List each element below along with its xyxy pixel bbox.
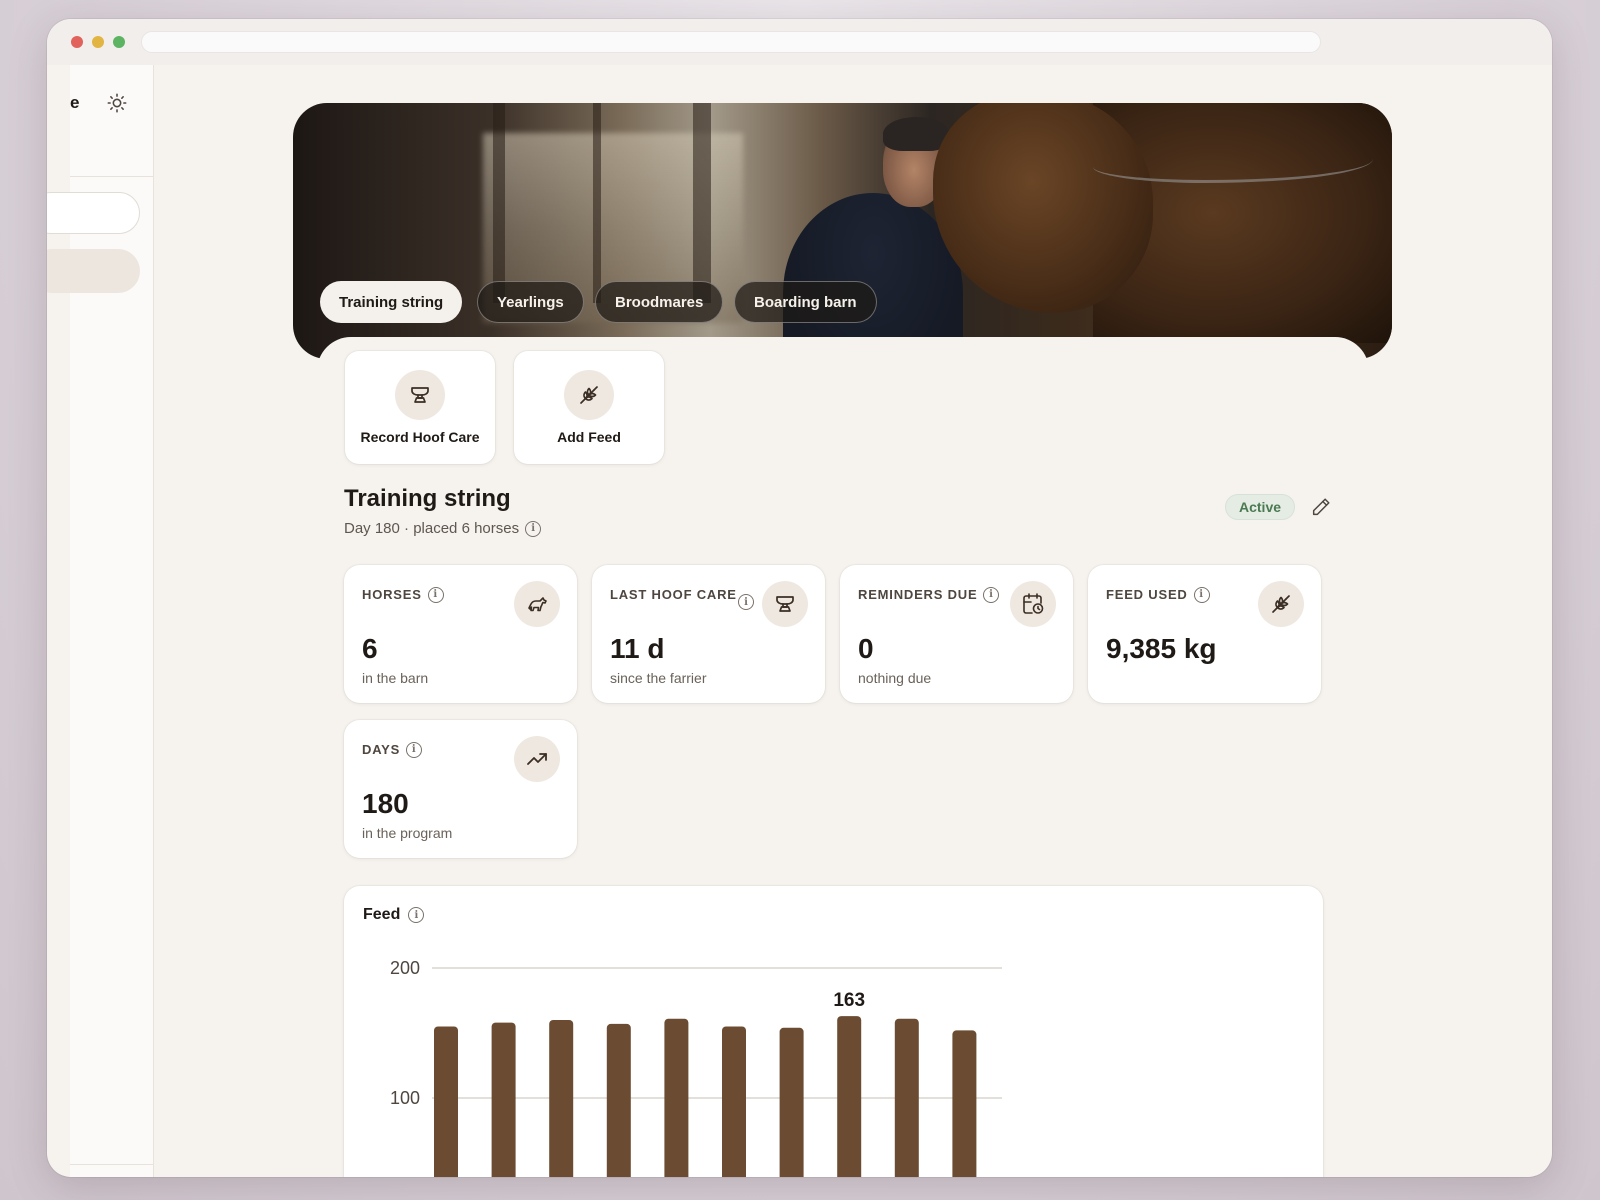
stat-value: 11 d [610, 633, 665, 664]
close-window-button[interactable] [71, 36, 83, 48]
feed-bar-chart: 200 100 163 [390, 958, 1002, 1178]
stat-card-reminders-due: REMINDERS DUE i 0 nothing due [840, 565, 1073, 703]
info-icon[interactable]: i [427, 587, 444, 603]
action-label: Add Feed [557, 429, 621, 445]
stat-value: 6 [362, 633, 378, 664]
anvil-icon [762, 581, 808, 627]
subtitle-text: Day 180 · placed 6 horses [344, 520, 520, 537]
page-title: Training string [344, 485, 511, 512]
sidebar-divider-bottom [70, 1164, 154, 1165]
feed-bar[interactable] [549, 1020, 574, 1177]
stat-label: DAYS i [362, 741, 423, 759]
stat-label-text: REMINDERS DUE [858, 587, 978, 602]
trending-up-icon [514, 736, 560, 782]
feed-bar[interactable] [434, 1026, 458, 1178]
stat-sub: nothing due [858, 670, 932, 686]
stat-value: 180 [362, 788, 409, 819]
stat-sub: in the program [362, 825, 453, 841]
feed-bar[interactable] [491, 1022, 516, 1177]
hero-photo-post [593, 103, 601, 303]
feed-bar[interactable] [664, 1018, 689, 1177]
stat-label-text: LAST HOOF CARE [610, 587, 737, 602]
tab-label: Yearlings [497, 293, 564, 311]
sidebar-search-input[interactable] [47, 192, 140, 234]
stat-card-horses: HORSES i 6 in the barn [344, 565, 577, 703]
info-icon[interactable]: i [738, 594, 754, 610]
stat-value: 9,385 kg [1106, 633, 1217, 664]
tab-boarding-barn[interactable]: Boarding barn [734, 281, 877, 323]
feed-bar[interactable] [837, 1016, 862, 1177]
tab-yearlings[interactable]: Yearlings [477, 281, 584, 323]
feed-bar[interactable] [779, 1027, 804, 1177]
tab-label: Training string [339, 293, 444, 311]
feed-chart-card: Feed i 200 100 163 [344, 886, 1323, 1177]
feed-bar[interactable] [606, 1023, 631, 1177]
stat-sub: since the farrier [610, 670, 707, 686]
maximize-window-button[interactable] [113, 36, 125, 48]
info-icon[interactable]: i [983, 587, 1000, 603]
stat-label: REMINDERS DUE i [858, 586, 1000, 604]
info-icon[interactable]: i [1193, 587, 1210, 603]
brand-name: e [70, 93, 80, 112]
info-icon[interactable]: i [406, 742, 423, 758]
address-bar[interactable] [141, 31, 1321, 53]
browser-window: e Training string Yearlings Broodmares B… [47, 19, 1552, 1177]
wheat-icon [564, 370, 614, 420]
minimize-window-button[interactable] [92, 36, 104, 48]
feed-bar[interactable] [722, 1026, 746, 1178]
hero-photo-post [493, 103, 505, 303]
sidebar: e [47, 65, 154, 1177]
info-icon[interactable]: i [525, 520, 542, 537]
bar-value-label: 163 [833, 990, 865, 1011]
page-subtitle: Day 180 · placed 6 horses i [344, 520, 542, 537]
sidebar-item-active[interactable] [47, 249, 140, 293]
hero-photo-horse-head [933, 103, 1153, 313]
feed-bar[interactable] [952, 1030, 977, 1177]
hero-photo-post [693, 103, 711, 303]
stat-sub: in the barn [362, 670, 429, 686]
tab-label: Boarding barn [754, 293, 857, 311]
stat-label-text: HORSES [362, 587, 422, 602]
action-label: Record Hoof Care [360, 429, 480, 445]
tab-label: Broodmares [615, 293, 704, 311]
stat-value: 0 [858, 633, 874, 664]
stat-label: LAST HOOF CARE [610, 586, 740, 604]
stat-label: HORSES i [362, 586, 444, 604]
stat-card-feed-used: FEED USED i 9,385 kg [1088, 565, 1321, 703]
stat-label-text: DAYS [362, 742, 401, 757]
sun-icon[interactable] [106, 92, 128, 114]
feed-bar[interactable] [894, 1018, 919, 1177]
stat-card-days: DAYS i 180 in the program [344, 720, 577, 858]
tab-broodmares[interactable]: Broodmares [595, 281, 724, 323]
horse-icon [514, 581, 560, 627]
record-hoof-care-button[interactable]: Record Hoof Care [345, 351, 495, 464]
sidebar-divider [70, 176, 154, 177]
anvil-icon [395, 370, 445, 420]
y-tick-label: 100 [390, 1088, 420, 1108]
status-badge: Active [1225, 494, 1296, 520]
wheat-icon [1258, 581, 1304, 627]
stat-label-text: FEED USED [1106, 587, 1188, 602]
y-tick-label: 200 [390, 958, 420, 978]
add-feed-button[interactable]: Add Feed [514, 351, 664, 464]
stat-label: FEED USED i [1106, 586, 1210, 604]
title-bar [47, 19, 1552, 65]
calendar-clock-icon [1010, 581, 1056, 627]
tab-training-string[interactable]: Training string [320, 281, 463, 323]
stat-card-last-hoof-care: LAST HOOF CARE i 11 d since the farrier [592, 565, 825, 703]
edit-icon[interactable] [1310, 496, 1332, 518]
hero-banner: Training string Yearlings Broodmares Boa… [293, 103, 1392, 359]
